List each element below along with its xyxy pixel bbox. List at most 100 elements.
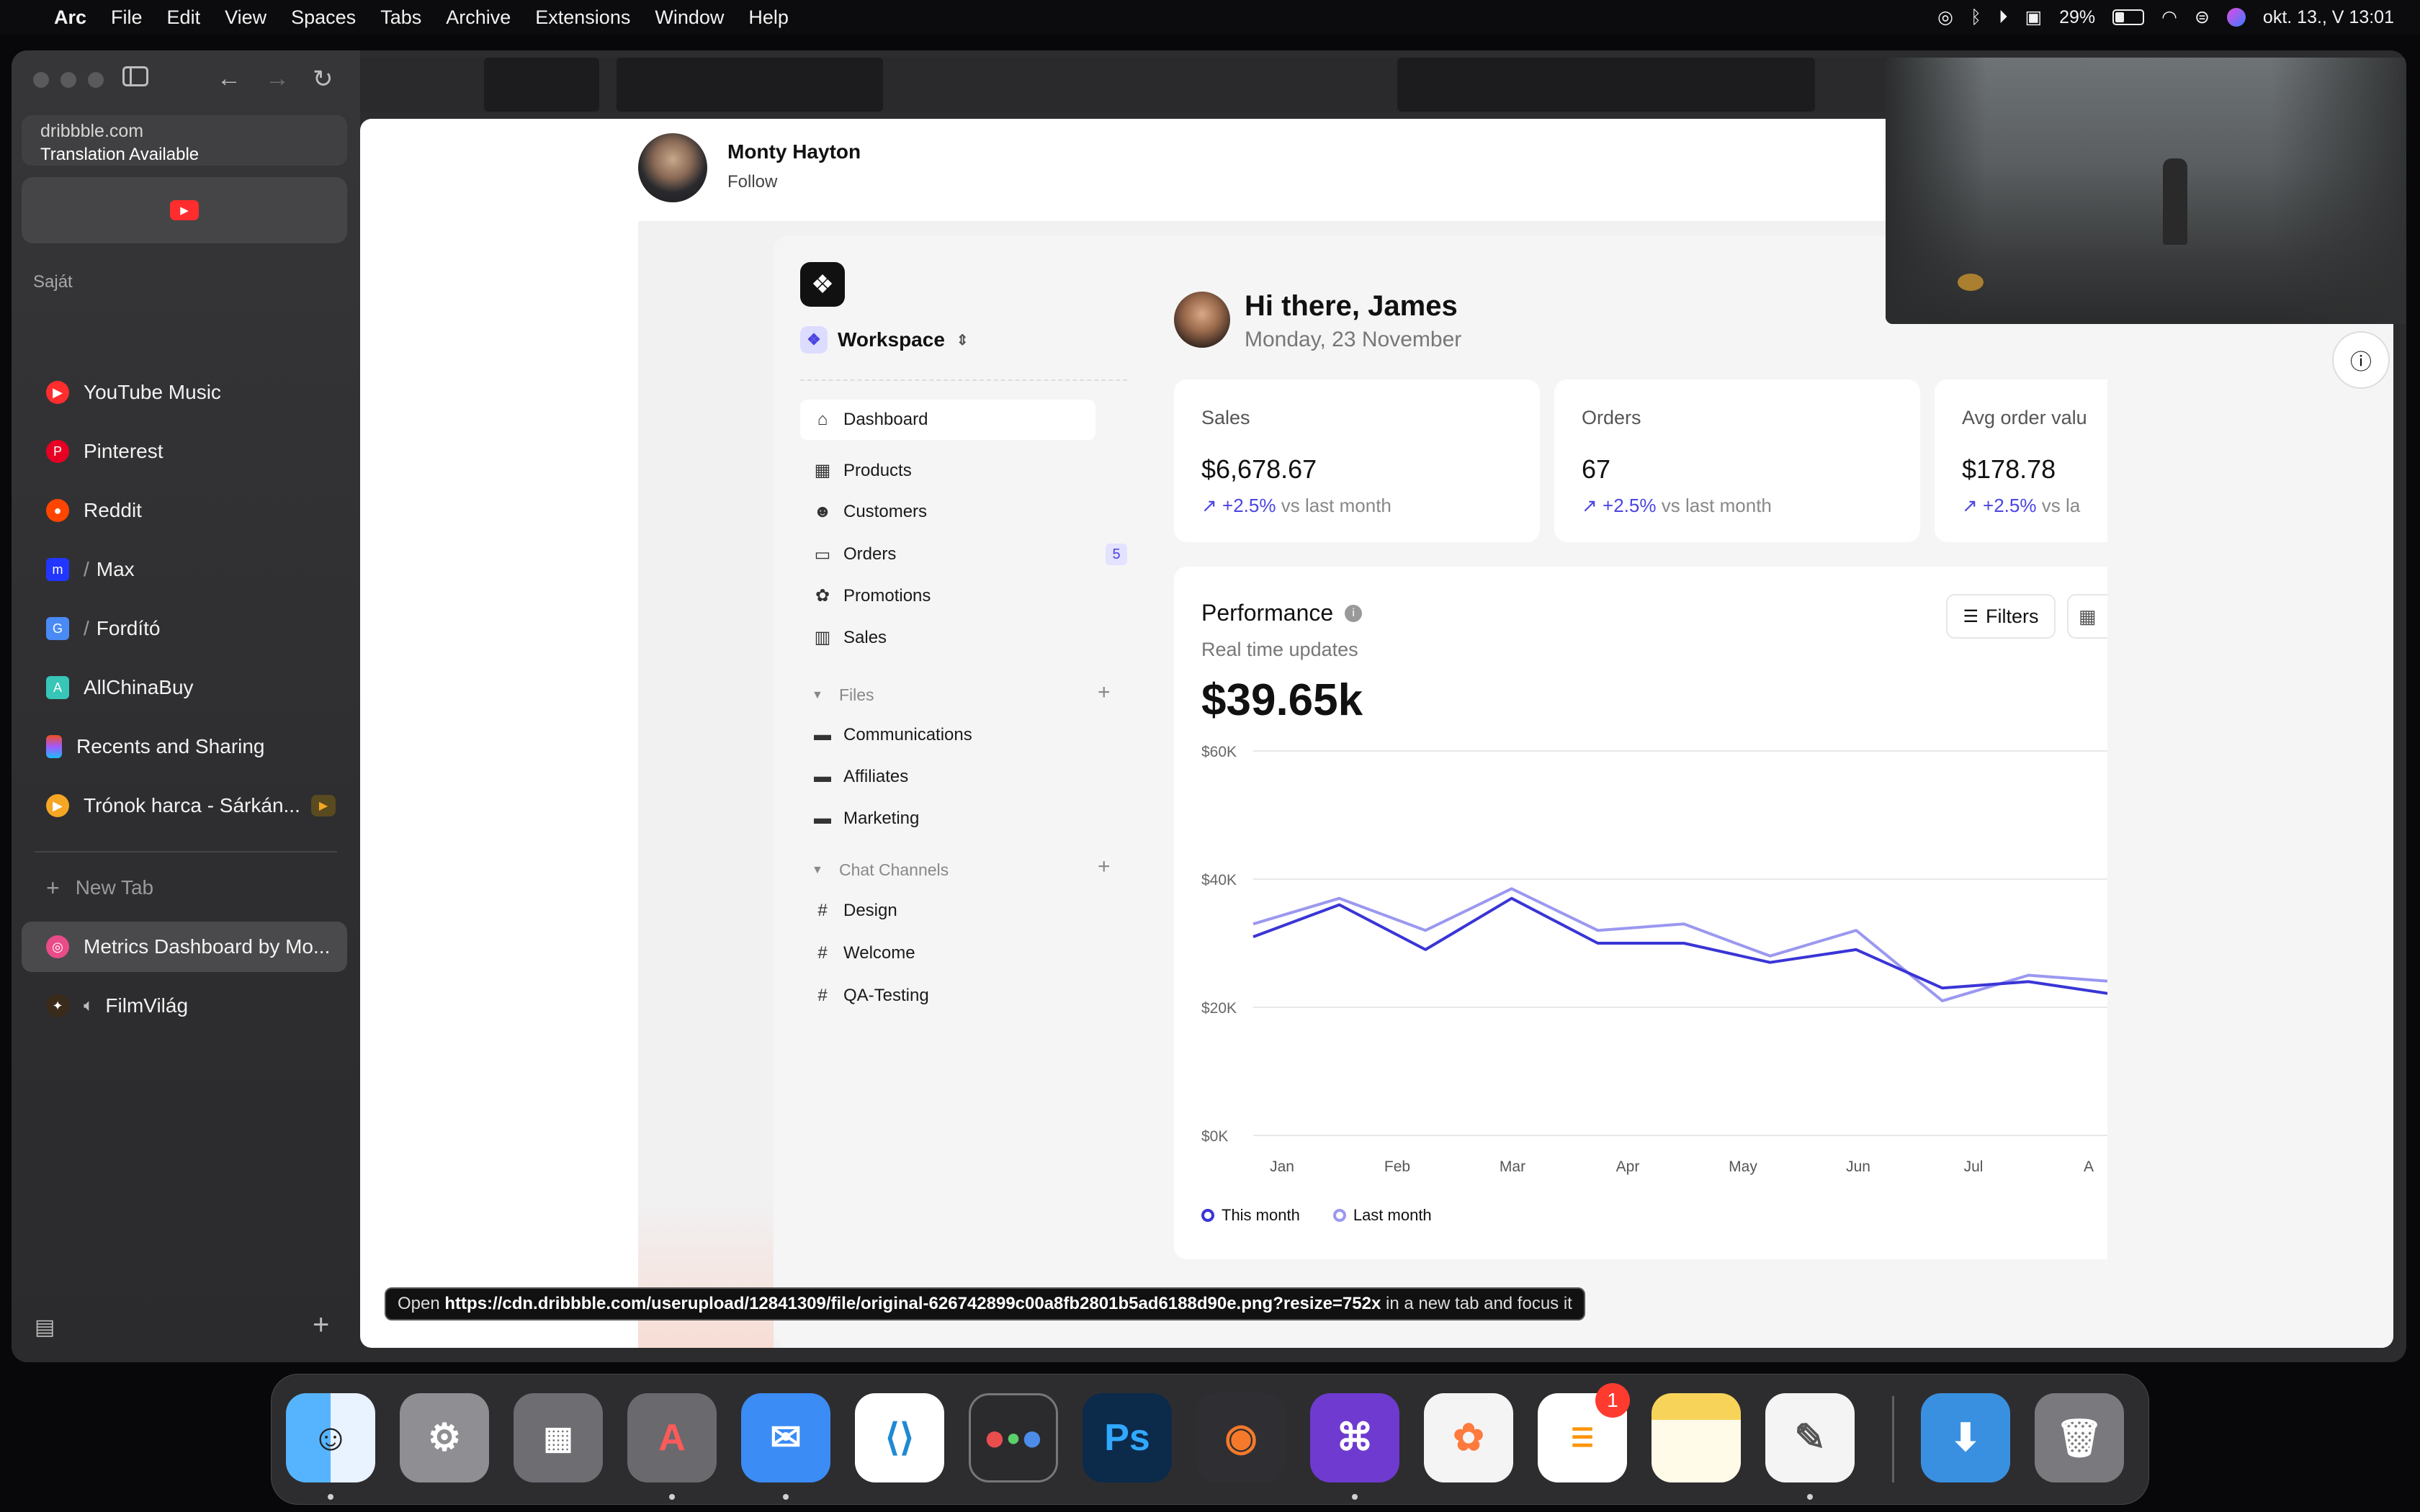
y-tick-label: $20K [1201,1000,1237,1017]
folder-label: Affiliates [843,767,909,786]
menu-edit[interactable]: Edit [155,6,213,29]
follow-link[interactable]: Follow [727,172,777,192]
menu-spaces[interactable]: Spaces [279,6,368,29]
folder-marketing[interactable]: ▬ Marketing [812,809,919,829]
dock-launchpad-icon[interactable]: ▦ [514,1393,603,1482]
dock-github-desktop-icon[interactable]: ⌘ [1310,1393,1399,1482]
sidebar-tab-max[interactable]: m / Max [22,544,347,595]
forward-arrow-icon[interactable]: → [265,65,290,93]
reload-icon[interactable]: ↻ [313,65,333,94]
arrow-up-right-icon: ↗ [1582,495,1597,516]
minimize-button[interactable] [60,72,76,88]
menu-help[interactable]: Help [736,6,801,29]
new-tab-label: New Tab [75,876,154,899]
dock-notes-icon[interactable] [1652,1393,1741,1482]
speaker-icon[interactable]: 🔈︎ [84,996,94,1016]
x-tick-label: Jun [1846,1158,1870,1175]
wifi-icon[interactable]: ◠ [2161,6,2177,28]
menu-clock[interactable]: okt. 13., V 13:01 [2263,7,2394,28]
menu-extensions[interactable]: Extensions [523,6,642,29]
menu-archive[interactable]: Archive [434,6,523,29]
avatar[interactable] [638,133,707,202]
add-file-plus-icon[interactable]: + [1098,680,1111,705]
nav-dashboard[interactable]: ⌂ Dashboard [800,400,1095,440]
battery-icon[interactable] [2112,9,2145,25]
menu-app-name[interactable]: Arc [42,6,99,29]
display-icon[interactable]: ▣ [2025,6,2042,28]
x-tick-label: A [2084,1158,2094,1175]
sidebar-tab-allchinabuy[interactable]: A AllChinaBuy [22,662,347,713]
kpi-card-sales[interactable]: Sales $6,678.67 ↗ +2.5% vs last month [1174,379,1540,542]
back-arrow-icon[interactable]: ← [217,65,241,93]
channel-design[interactable]: # Design [812,901,897,921]
dock-photoshop-icon[interactable]: Ps [1083,1393,1172,1482]
dock-blender-icon[interactable]: ◉ [1196,1393,1286,1482]
dock-downloads-folder-icon[interactable]: ⬇ [1921,1393,2010,1482]
nav-customers[interactable]: ☻ Customers [812,502,927,522]
archive-icon[interactable]: ▤ [35,1315,55,1340]
plus-icon: + [46,874,60,901]
kpi-card-orders[interactable]: Orders 67 ↗ +2.5% vs last month [1554,379,1920,542]
chevron-updown-icon: ⇕ [956,332,969,348]
sidebar-tab-youtube-music[interactable]: ▶ YouTube Music [22,367,347,418]
menu-file[interactable]: File [99,6,155,29]
sidebar-tab-reddit[interactable]: ● Reddit [22,485,347,536]
dock-system-settings-icon[interactable]: ⚙ [400,1393,489,1482]
pinterest-icon: P [46,440,69,463]
new-space-plus-icon[interactable]: + [313,1309,329,1341]
sidebar-tab-filmvilag[interactable]: ✦ 🔈︎ FilmVilág [22,981,347,1031]
pinned-tab-youtube[interactable]: ▶ [22,177,347,243]
sidebar-tab-figma[interactable]: Recents and Sharing [22,721,347,772]
url-bar[interactable]: dribbble.com Translation Available [22,115,347,166]
menu-view[interactable]: View [212,6,279,29]
sidebar-tab-pinterest[interactable]: P Pinterest [22,426,347,477]
dock-finder-icon[interactable]: ☺ [286,1393,375,1482]
airdrop-icon[interactable]: ◎ [1937,6,1953,28]
dock-textedit-icon[interactable]: ✎ [1765,1393,1855,1482]
new-tab-button[interactable]: + New Tab [22,863,347,913]
add-channel-plus-icon[interactable]: + [1098,855,1111,879]
now-playing-icon[interactable]: ⏵ [1999,7,2008,28]
kpi-card-avg-order[interactable]: Avg order valu $178.78 ↗ +2.5% vs la [1935,379,2107,542]
dock-affinity-icon[interactable]: A [627,1393,717,1482]
translation-notice[interactable]: Translation Available [40,145,328,165]
dock-photos-icon[interactable]: ✿ [1424,1393,1513,1482]
zoom-button[interactable] [88,72,104,88]
sidebar-tab-tronok-harca[interactable]: ▶ Trónok harca - Sárkán... ▶ [22,780,347,831]
close-button[interactable] [33,72,49,88]
media-playing-icon[interactable]: ▶ [311,795,336,816]
nav-sales[interactable]: ▥ Sales [812,627,887,648]
channel-welcome[interactable]: # Welcome [812,943,915,963]
menu-tabs[interactable]: Tabs [368,6,434,29]
dock-davinci-resolve-icon[interactable]: ● ● ● [969,1393,1058,1482]
nav-orders[interactable]: ▭ Orders 5 [812,544,1127,565]
folder-affiliates[interactable]: ▬ Affiliates [812,767,908,787]
folder-communications[interactable]: ▬ Communications [812,725,972,745]
filters-button[interactable]: ☰ Filters [1946,594,2056,639]
sidebar-tab-metrics-dashboard[interactable]: ◎ Metrics Dashboard by Mo... [22,922,347,972]
dock-trash-icon[interactable]: 🗑︎ [2035,1393,2124,1482]
dock-vscode-icon[interactable]: ⟨⟩ [855,1393,944,1482]
bluetooth-icon[interactable]: ᛒ [1971,7,1981,28]
nav-promotions[interactable]: ✿ Promotions [812,585,931,606]
inbox-icon: ▭ [814,544,831,564]
user-avatar[interactable] [1174,292,1230,348]
chat-section-header[interactable]: ▼ Chat Channels [812,860,949,880]
calendar-button[interactable]: ▦ [2067,594,2107,639]
picture-in-picture-video[interactable] [1886,58,2406,324]
siri-icon[interactable] [2226,8,2246,27]
dock-mail-icon[interactable]: ✉ [741,1393,830,1482]
workspace-selector[interactable]: ❖ Workspace ⇕ [800,326,969,354]
youtube-music-icon: ▶ [46,381,69,404]
sidebar-tab-fordito[interactable]: G / Fordító [22,603,347,654]
menu-window[interactable]: Window [642,6,736,29]
files-section-header[interactable]: ▼ Files [812,685,874,705]
reminders-badge: 1 [1595,1383,1630,1418]
profile-name[interactable]: Monty Hayton [727,140,861,163]
nav-products[interactable]: ▦ Products [812,460,912,481]
shot-info-button[interactable]: ⓘ [2332,331,2390,389]
control-center-icon[interactable]: ⊜ [2195,6,2210,28]
info-icon[interactable]: i [1345,604,1363,622]
channel-qa-testing[interactable]: # QA-Testing [812,986,928,1006]
sidebar-toggle-icon[interactable] [122,66,148,86]
